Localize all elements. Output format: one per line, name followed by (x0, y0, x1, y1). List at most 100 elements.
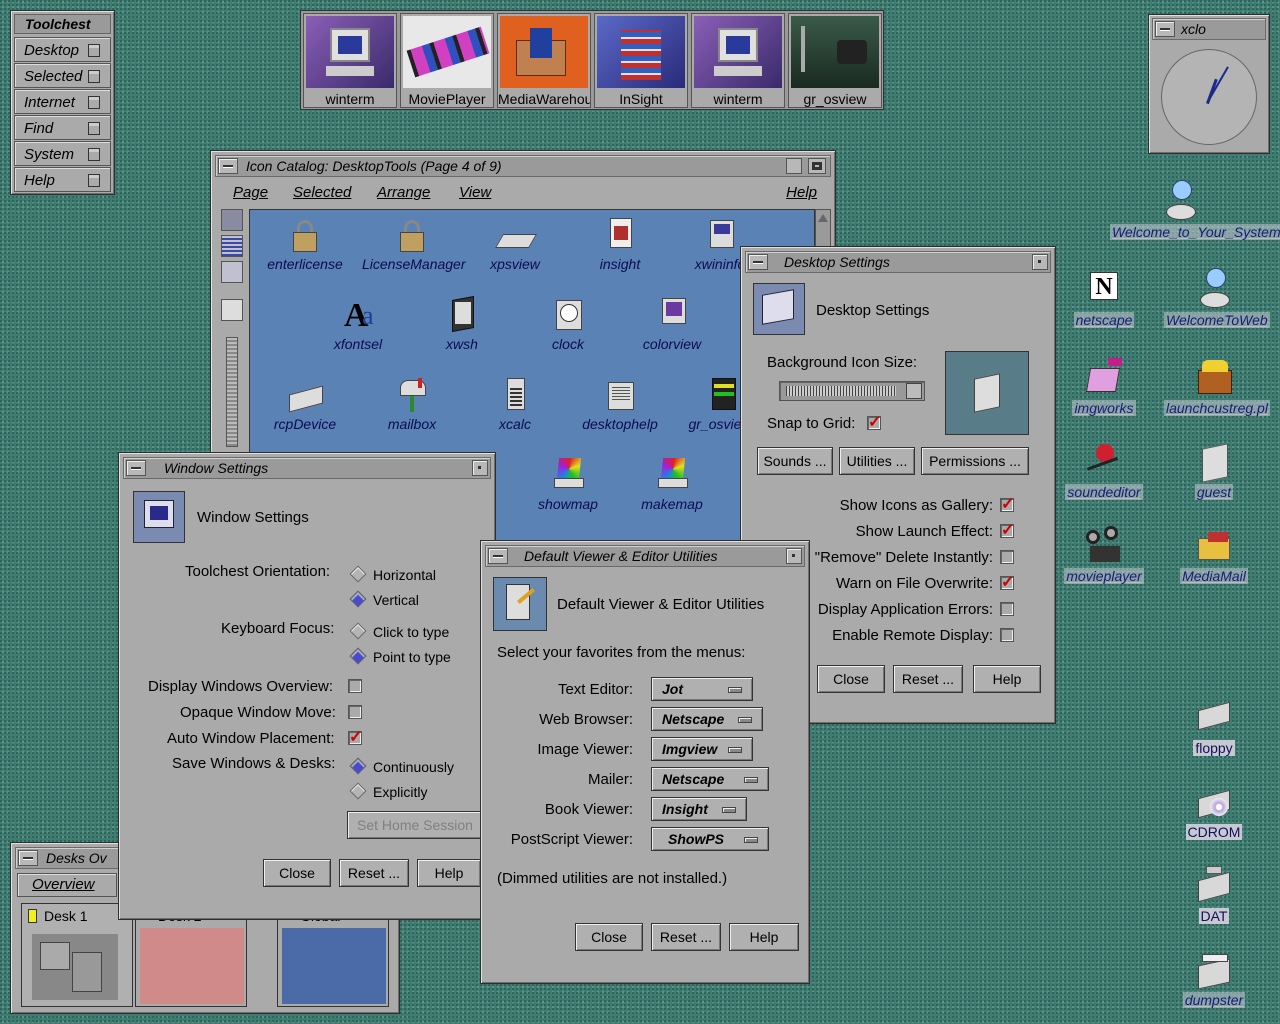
desktop-icon-launchcustreg[interactable]: launchcustreg.pl (1164, 356, 1270, 416)
launch-item-winterm[interactable]: winterm (303, 13, 397, 108)
radio-vertical[interactable] (349, 590, 367, 608)
catalog-icon-xcalc[interactable]: xcalc (465, 376, 565, 432)
show-icons-gallery-checkbox[interactable] (1000, 494, 1014, 514)
catalog-icon-clock[interactable]: clock (518, 296, 618, 352)
image-viewer-select[interactable]: Imgview (651, 737, 753, 761)
desk-1[interactable]: Desk 1 (21, 903, 133, 1007)
help-button[interactable]: Help (417, 859, 481, 887)
clock-titlebar[interactable]: xclo (1152, 18, 1266, 40)
icon-size-slider[interactable] (779, 381, 925, 401)
desktop-icon-mediamail[interactable]: MediaMail (1164, 524, 1264, 584)
minimize-button[interactable] (1032, 254, 1048, 270)
minimize-button[interactable] (786, 158, 802, 174)
reset-button[interactable]: Reset ... (339, 859, 409, 887)
help-button[interactable]: Help (729, 923, 799, 951)
window-menu-button[interactable] (126, 460, 146, 476)
opaque-move-checkbox[interactable] (348, 705, 362, 719)
radio-explicitly[interactable] (349, 782, 367, 800)
display-app-errors-checkbox[interactable] (1000, 602, 1014, 616)
desktop-icon-soundeditor[interactable]: soundeditor (1054, 440, 1154, 500)
window-menu-button[interactable] (748, 254, 768, 270)
toolchest-item-find[interactable]: Find (14, 115, 111, 140)
window-settings-titlebar[interactable]: Window Settings (123, 457, 491, 479)
maximize-button[interactable] (808, 158, 826, 174)
catalog-icon-colorview[interactable]: colorview (622, 296, 722, 352)
postscript-viewer-select[interactable]: ShowPS (651, 827, 769, 851)
show-launch-effect-checkbox[interactable] (1000, 520, 1014, 540)
close-button[interactable]: Close (817, 665, 885, 693)
auto-placement-checkbox[interactable] (348, 727, 362, 747)
catalog-icon-xwsh[interactable]: xwsh (412, 296, 512, 352)
desktop-icon-guest[interactable]: guest (1164, 440, 1264, 500)
menu-view[interactable]: View (459, 184, 491, 201)
menu-page[interactable]: Page (233, 184, 268, 201)
minimize-button[interactable] (786, 548, 802, 564)
minimize-button[interactable] (472, 460, 488, 476)
launch-item-winterm-2[interactable]: winterm (691, 13, 785, 108)
display-overview-checkbox[interactable] (348, 679, 362, 693)
sounds-button[interactable]: Sounds ... (757, 447, 833, 475)
catalog-icon-showmap[interactable]: showmap (518, 456, 618, 512)
reset-button[interactable]: Reset ... (893, 665, 963, 693)
window-menu-button[interactable] (218, 158, 238, 174)
warn-overwrite-checkbox[interactable] (1000, 572, 1014, 592)
help-button[interactable]: Help (973, 665, 1041, 693)
window-menu-button[interactable] (488, 548, 508, 564)
desktop-icon-movieplayer[interactable]: movieplayer (1054, 524, 1154, 584)
catalog-icon-makemap[interactable]: makemap (622, 456, 722, 512)
permissions-button[interactable]: Permissions ... (921, 447, 1029, 475)
list-view-button[interactable] (221, 235, 243, 257)
desktop-icon-cdrom[interactable]: CDROM (1164, 780, 1264, 840)
catalog-icon-desktophelp[interactable]: desktophelp (570, 376, 670, 432)
toolchest-item-selected[interactable]: Selected (14, 63, 111, 88)
close-button[interactable]: Close (263, 859, 331, 887)
toolchest-item-system[interactable]: System (14, 141, 111, 166)
desktop-icon-imgworks[interactable]: imgworks (1054, 356, 1154, 416)
icon-view-button[interactable] (221, 209, 243, 231)
scroll-up-arrow[interactable] (818, 214, 828, 222)
radio-continuously[interactable] (349, 757, 367, 775)
launch-item-movieplayer[interactable]: MoviePlayer (400, 13, 494, 108)
desktop-icon-floppy[interactable]: floppy (1164, 696, 1264, 756)
web-browser-select[interactable]: Netscape (651, 707, 763, 731)
mailer-select[interactable]: Netscape (651, 767, 769, 791)
catalog-icon-xpsview[interactable]: xpsview (465, 216, 565, 272)
overview-menu[interactable]: Overview (17, 873, 117, 897)
desktop-icon-netscape[interactable]: N netscape (1054, 268, 1154, 328)
face-icon[interactable] (221, 299, 243, 321)
catalog-icon-enterlicense[interactable]: enterlicense (255, 216, 355, 272)
launch-item-mediawarehouse[interactable]: MediaWarehou (497, 13, 591, 108)
toolchest-title[interactable]: Toolchest (14, 14, 111, 34)
zoom-slider[interactable] (226, 337, 238, 447)
menu-help[interactable]: Help (786, 184, 817, 201)
viewer-utilities-titlebar[interactable]: Default Viewer & Editor Utilities (485, 545, 805, 567)
desktop-icon-welcome[interactable]: Welcome_to_Your_System (1110, 180, 1280, 240)
toolchest-item-internet[interactable]: Internet (14, 89, 111, 114)
grid-view-button[interactable] (221, 261, 243, 283)
desktop-icon-welcometoweb[interactable]: WelcomeToWeb (1164, 268, 1270, 328)
radio-horizontal[interactable] (349, 565, 367, 583)
window-menu-button[interactable] (1155, 21, 1175, 37)
window-menu-button[interactable] (18, 850, 38, 866)
reset-button[interactable]: Reset ... (651, 923, 721, 951)
menu-selected[interactable]: Selected (293, 184, 351, 201)
close-button[interactable]: Close (575, 923, 643, 951)
toolchest-item-help[interactable]: Help (14, 167, 111, 192)
text-editor-select[interactable]: Jot (651, 677, 753, 701)
book-viewer-select[interactable]: Insight (651, 797, 747, 821)
utilities-button[interactable]: Utilities ... (839, 447, 915, 475)
snap-to-grid-checkbox[interactable] (867, 412, 881, 432)
remove-delete-checkbox[interactable] (1000, 550, 1014, 564)
menu-arrange[interactable]: Arrange (377, 184, 430, 201)
catalog-icon-mailbox[interactable]: mailbox (362, 376, 462, 432)
desktop-icon-dumpster[interactable]: dumpster (1164, 948, 1264, 1008)
launch-item-gr-osview[interactable]: gr_osview (788, 13, 882, 108)
desktop-icon-dat[interactable]: DAT (1164, 864, 1264, 924)
catalog-icon-licensemanager[interactable]: LicenseManager (362, 216, 466, 272)
enable-remote-display-checkbox[interactable] (1000, 628, 1014, 642)
catalog-icon-rcpdevice[interactable]: rcpDevice (255, 376, 355, 432)
desktop-settings-titlebar[interactable]: Desktop Settings (745, 251, 1051, 273)
toolchest-item-desktop[interactable]: Desktop (14, 37, 111, 62)
set-home-session-button[interactable]: Set Home Session (347, 811, 483, 839)
catalog-icon-xfontsel[interactable]: Aa xfontsel (308, 296, 408, 352)
